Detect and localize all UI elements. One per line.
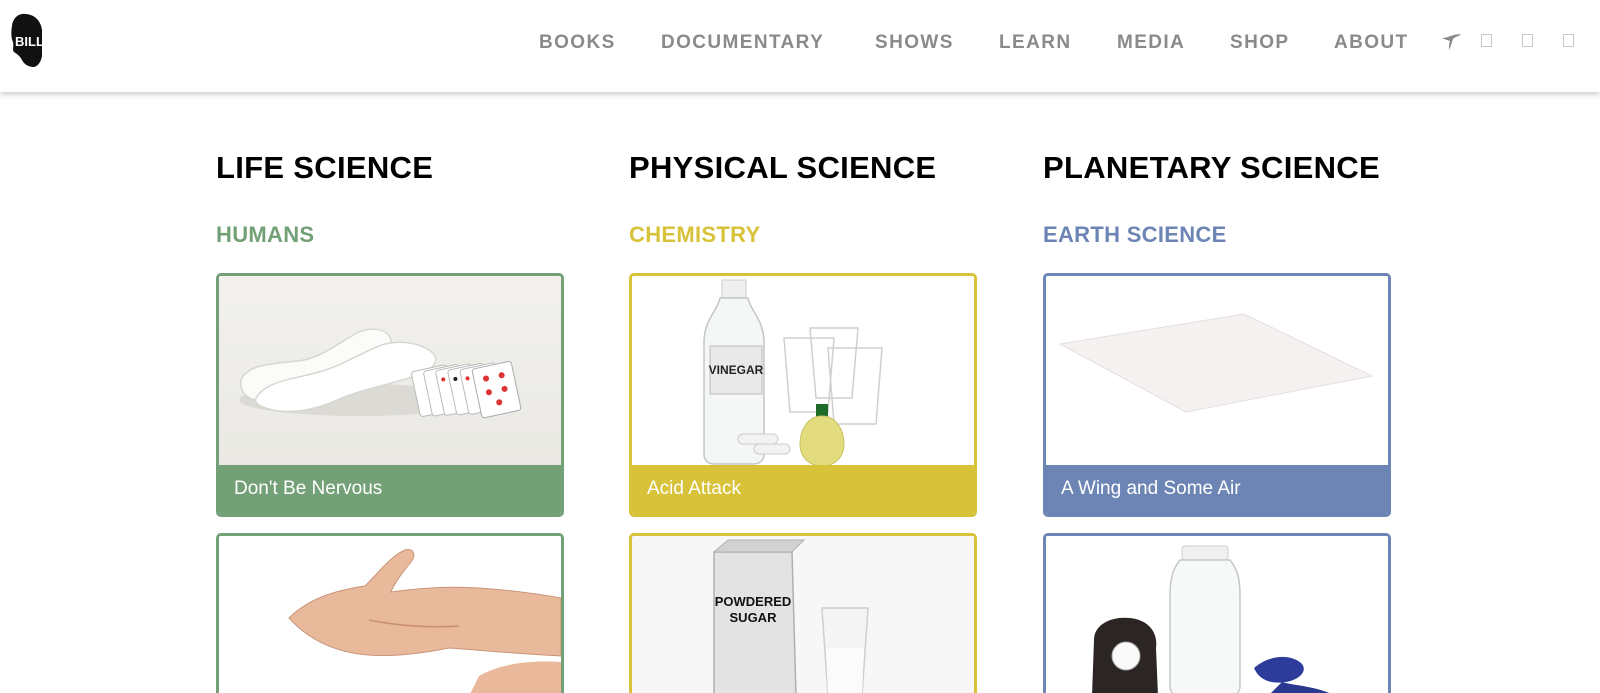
nav-shop[interactable]: SHOP: [1230, 32, 1289, 54]
physical-science-column: PHYSICAL SCIENCE CHEMISTRY VINEGAR Acid …: [629, 150, 981, 693]
life-science-column: LIFE SCIENCE HUMANS Don't Be Nervous: [216, 150, 568, 693]
card-caption: A Wing and Some Air: [1046, 465, 1388, 514]
main-navigation: BOOKS DOCUMENTARY SHOWS LEARN MEDIA SHOP…: [0, 0, 1600, 86]
planetary-science-title: PLANETARY SCIENCE: [1043, 150, 1380, 185]
card-jar-experiment[interactable]: [1043, 533, 1391, 693]
earth-science-subtitle[interactable]: EARTH SCIENCE: [1043, 222, 1227, 248]
sheet-of-paper-image: [1046, 276, 1388, 472]
facebook-icon[interactable]: [1481, 34, 1492, 47]
powdered-sugar-box-and-glass-image: POWDERED SUGAR: [632, 536, 974, 693]
humans-subtitle[interactable]: HUMANS: [216, 222, 314, 248]
nav-about[interactable]: ABOUT: [1334, 32, 1409, 54]
nav-documentary[interactable]: DOCUMENTARY: [661, 32, 824, 54]
nav-media[interactable]: MEDIA: [1117, 32, 1185, 54]
jar-tape-and-scissors-image: [1046, 536, 1388, 693]
powdered-label: POWDERED: [715, 594, 792, 609]
card-caption: Acid Attack: [632, 465, 974, 514]
youtube-icon[interactable]: [1563, 34, 1574, 47]
card-dont-be-nervous[interactable]: Don't Be Nervous: [216, 273, 564, 517]
card-a-wing-and-some-air[interactable]: A Wing and Some Air: [1043, 273, 1391, 517]
life-science-title: LIFE SCIENCE: [216, 150, 434, 185]
sugar-label: SUGAR: [730, 610, 778, 625]
site-header: BILL NYE BOOKS DOCUMENTARY SHOWS LEARN M…: [0, 0, 1600, 92]
physical-science-title: PHYSICAL SCIENCE: [629, 150, 937, 185]
planetary-science-column: PLANETARY SCIENCE EARTH SCIENCE A Wing a…: [1043, 150, 1395, 693]
card-hand-experiment[interactable]: [216, 533, 564, 693]
nav-books[interactable]: BOOKS: [539, 32, 616, 54]
vinegar-cups-chalk-lemon-image: VINEGAR: [632, 276, 974, 472]
twitter-bird-icon[interactable]: [1440, 32, 1462, 54]
nav-learn[interactable]: LEARN: [999, 32, 1071, 54]
socks-and-playing-cards-image: [219, 276, 561, 472]
chemistry-subtitle[interactable]: CHEMISTRY: [629, 222, 760, 248]
nav-shows[interactable]: SHOWS: [875, 32, 954, 54]
card-acid-attack[interactable]: VINEGAR Acid Attack: [629, 273, 977, 517]
card-caption: Don't Be Nervous: [219, 465, 561, 514]
instagram-icon[interactable]: [1522, 34, 1533, 47]
open-hand-image: [219, 536, 561, 693]
vinegar-label: VINEGAR: [709, 363, 764, 377]
card-powdered-sugar[interactable]: POWDERED SUGAR: [629, 533, 977, 693]
